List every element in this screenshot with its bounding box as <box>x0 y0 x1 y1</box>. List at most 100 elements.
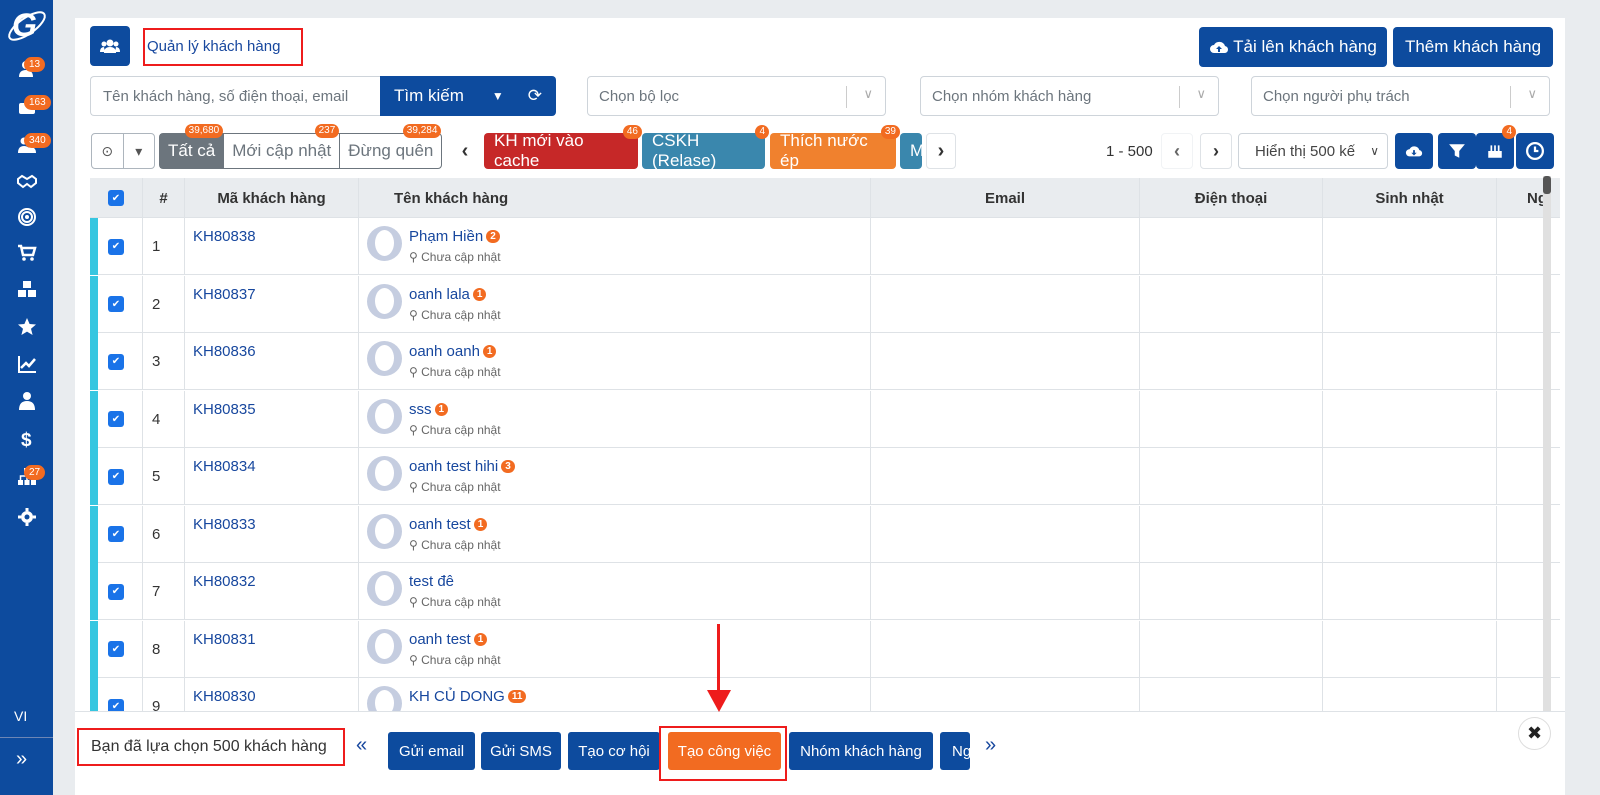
upload-customers-button[interactable]: Tải lên khách hàng <box>1199 27 1387 67</box>
page-size-select[interactable]: Hiển thị 500 kế ∨ <box>1238 133 1388 169</box>
select-all-checkbox[interactable]: ✔ <box>108 190 124 206</box>
sidebar-item-inbox[interactable]: 163 <box>0 90 53 124</box>
table-row[interactable]: ✔ 3 KH80836 oanh oanh 1 ⚲ Chưa cập nhật <box>90 333 1560 390</box>
sidebar-item-users[interactable]: 340 <box>0 128 53 162</box>
send-sms-button[interactable]: Gửi SMS <box>481 732 561 770</box>
row-checkbox[interactable]: ✔ <box>108 238 124 255</box>
customer-name-link[interactable]: test đê <box>409 573 454 590</box>
scroll-left-icon[interactable]: « <box>356 734 367 757</box>
download-button[interactable] <box>1395 133 1433 169</box>
birthday-button[interactable]: 4 <box>1476 125 1516 169</box>
row-checkbox[interactable]: ✔ <box>108 353 124 370</box>
customer-name[interactable]: oanh test 1 <box>409 516 488 533</box>
customer-name-link[interactable]: KH CỦ DONG <box>409 688 505 705</box>
row-checkbox[interactable]: ✔ <box>108 296 124 312</box>
tag-filter[interactable]: KH mới vào cache 46 <box>484 125 642 170</box>
row-checkbox[interactable]: ✔ <box>108 468 124 485</box>
customer-name[interactable]: Phạm Hiền 2 <box>409 228 500 245</box>
table-row[interactable]: ✔ 5 KH80834 oanh test hihi 3 ⚲ Chưa cập n… <box>90 448 1560 505</box>
next-page-button[interactable]: › <box>1200 133 1232 169</box>
search-button[interactable]: Tìm kiếm ▼ ⟳ <box>380 76 556 116</box>
customer-name-link[interactable]: sss <box>409 401 432 418</box>
table-row[interactable]: ✔ 2 KH80837 oanh lala 1 ⚲ Chưa cập nhật <box>90 275 1560 333</box>
owner-select[interactable]: Chọn người phụ trách ∨ <box>1251 76 1550 116</box>
table-row[interactable]: ✔ 8 KH80831 oanh test 1 ⚲ Chưa cập nhật <box>90 620 1560 678</box>
customer-name[interactable]: oanh oanh 1 <box>409 343 497 360</box>
segment-tab[interactable]: Tất cả 39,680 <box>160 124 225 168</box>
customer-name[interactable]: test đê <box>409 573 454 590</box>
sidebar-item-cubes[interactable] <box>0 273 53 307</box>
table-row[interactable]: ✔ 6 KH80833 oanh test 1 ⚲ Chưa cập nhật <box>90 505 1560 563</box>
customer-group-button[interactable]: Nhóm khách hàng <box>789 732 933 770</box>
sidebar-item-cart[interactable] <box>0 236 53 270</box>
scrollbar-thumb[interactable] <box>1543 176 1551 194</box>
customers-menu-button[interactable] <box>90 26 130 66</box>
filter-button[interactable] <box>1438 133 1476 169</box>
customer-code-link[interactable]: KH80834 <box>193 458 256 475</box>
table-scrollbar[interactable] <box>1543 176 1551 726</box>
sidebar-item-chart-line[interactable] <box>0 347 53 381</box>
row-checkbox[interactable]: ✔ <box>108 583 124 600</box>
customer-name-link[interactable]: oanh lala <box>409 286 470 303</box>
circle-dot-icon[interactable]: ⊙ <box>92 134 124 168</box>
tags-next-button[interactable]: › <box>926 133 956 169</box>
table-row[interactable]: ✔ 7 KH80832 test đê ⚲ Chưa cập nhật <box>90 563 1560 620</box>
sidebar-item-target[interactable] <box>0 200 53 234</box>
history-button[interactable] <box>1516 133 1554 169</box>
customer-name-link[interactable]: oanh oanh <box>409 343 480 360</box>
filter-select[interactable]: Chọn bộ lọc ∨ <box>587 76 886 116</box>
tag-filter[interactable]: M <box>900 133 922 169</box>
table-row[interactable]: ✔ 4 KH80835 sss 1 ⚲ Chưa cập nhật <box>90 390 1560 448</box>
customer-code-link[interactable]: KH80836 <box>193 343 256 360</box>
customer-code-link[interactable]: KH80835 <box>193 401 256 418</box>
language-switch[interactable]: VI <box>14 708 27 724</box>
view-mode-button[interactable]: ⊙ ▾ <box>91 133 155 169</box>
row-checkbox[interactable]: ✔ <box>108 411 124 427</box>
customer-name[interactable]: oanh lala 1 <box>409 286 487 303</box>
customer-name[interactable]: oanh test 1 <box>409 631 488 648</box>
close-icon[interactable]: ✖ <box>1518 717 1551 750</box>
sidebar-item-user-add[interactable]: 13 <box>0 52 53 86</box>
expand-sidebar-icon[interactable]: » <box>16 748 27 771</box>
refresh-icon[interactable]: ⟳ <box>528 86 542 106</box>
tag-filter[interactable]: Thích nước ép 39 <box>770 125 900 170</box>
sidebar-item-handshake[interactable] <box>0 164 53 198</box>
sidebar-item-user-tie[interactable] <box>0 384 53 418</box>
customer-code-link[interactable]: KH80832 <box>193 573 256 590</box>
sidebar-item-gear[interactable] <box>0 500 53 534</box>
segment-tab[interactable]: Đừng quên 39,284 <box>340 124 442 168</box>
customer-name[interactable]: oanh test hihi 3 <box>409 458 515 475</box>
add-customer-button[interactable]: Thêm khách hàng <box>1393 27 1553 67</box>
tag-filter[interactable]: CSKH (Relase) 4 <box>642 125 769 170</box>
group-select[interactable]: Chọn nhóm khách hàng ∨ <box>920 76 1219 116</box>
sidebar-item-sitemap[interactable]: 27 <box>0 460 53 494</box>
sidebar-item-dollar[interactable]: $ <box>0 422 53 456</box>
customer-name-link[interactable]: Phạm Hiền <box>409 228 483 245</box>
customer-code-link[interactable]: KH80831 <box>193 631 256 648</box>
create-task-button[interactable]: Tạo công việc <box>668 732 781 770</box>
customer-name-link[interactable]: oanh test <box>409 631 471 648</box>
more-action-button[interactable]: Ng <box>940 732 970 770</box>
caret-down-icon[interactable]: ▾ <box>124 134 155 168</box>
row-checkbox[interactable]: ✔ <box>108 641 124 657</box>
row-checkbox[interactable]: ✔ <box>108 526 124 542</box>
caret-down-icon[interactable]: ▼ <box>492 89 504 103</box>
prev-page-button[interactable]: ‹ <box>1161 133 1193 169</box>
tags-prev-button[interactable]: ‹ <box>450 133 480 169</box>
send-email-button[interactable]: Gửi email <box>388 732 475 770</box>
customer-name[interactable]: KH CỦ DONG 11 <box>409 688 527 705</box>
logo-icon[interactable]: G <box>4 2 50 44</box>
customer-code-link[interactable]: KH80837 <box>193 286 256 303</box>
scroll-right-icon[interactable]: » <box>985 734 996 757</box>
customer-code-link[interactable]: KH80830 <box>193 688 256 705</box>
create-opportunity-button[interactable]: Tạo cơ hội <box>568 732 660 770</box>
customer-name-link[interactable]: oanh test hihi <box>409 458 498 475</box>
table-row[interactable]: ✔ 1 KH80838 Phạm Hiền 2 ⚲ Chưa cập nhật <box>90 218 1560 275</box>
sidebar-item-star[interactable] <box>0 310 53 344</box>
search-input[interactable]: Tên khách hàng, số điện thoại, email <box>90 76 382 116</box>
customer-code-link[interactable]: KH80833 <box>193 516 256 533</box>
customer-name[interactable]: sss 1 <box>409 401 449 418</box>
customer-name-link[interactable]: oanh test <box>409 516 471 533</box>
customer-code-link[interactable]: KH80838 <box>193 228 256 245</box>
segment-tab[interactable]: Mới cập nhật 237 <box>224 124 341 168</box>
